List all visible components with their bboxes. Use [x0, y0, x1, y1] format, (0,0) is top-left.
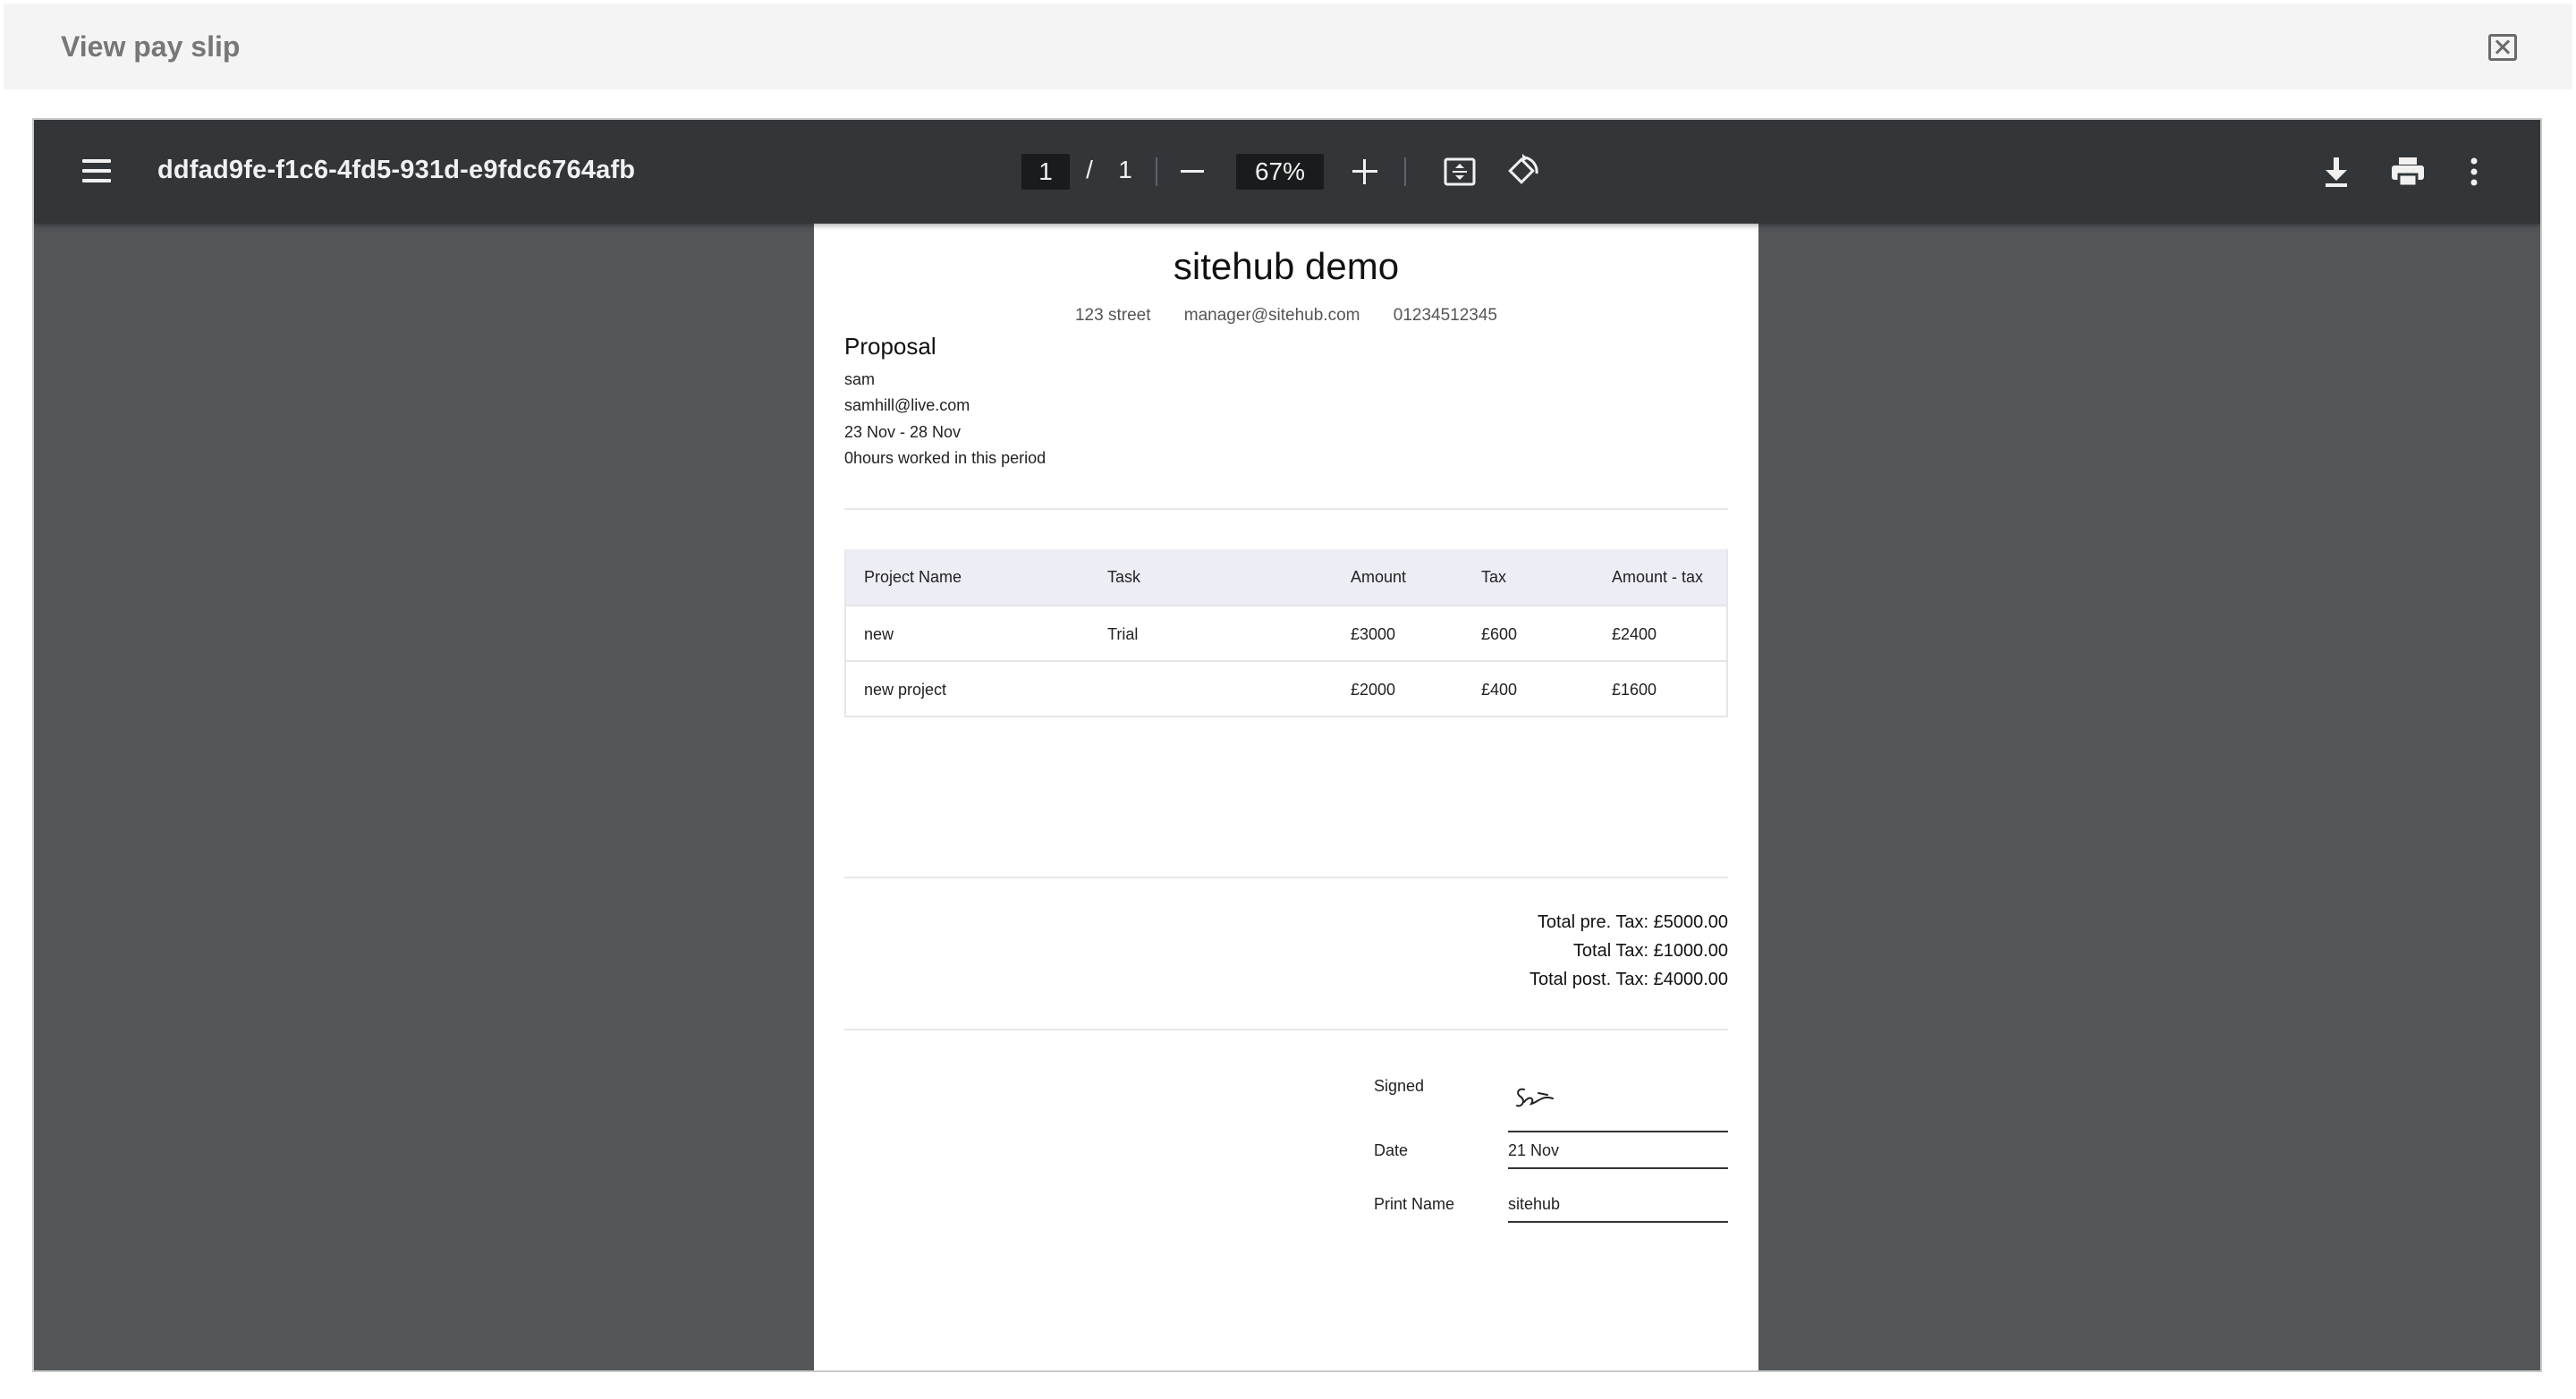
pdf-viewer: ddfad9fe-f1c6-4fd5-931d-e9fdc6764afb 1 /…: [32, 118, 2542, 1372]
table-cell: £2000: [1351, 681, 1396, 699]
company-contact: 123 street manager@sitehub.com 012345123…: [814, 306, 1758, 326]
divider: [844, 1029, 1728, 1030]
table-cell: £3000: [1351, 625, 1396, 643]
divider: [844, 877, 1728, 878]
table-cell: £400: [1481, 681, 1518, 699]
column-header: Amount: [1351, 568, 1407, 586]
company-name: sitehub demo: [1173, 245, 1400, 287]
page-total: 1: [1118, 156, 1132, 183]
table-cell: new project: [864, 681, 947, 699]
pdf-toolbar: ddfad9fe-f1c6-4fd5-931d-e9fdc6764afb 1 /…: [34, 120, 2540, 224]
signed-label: Signed: [1374, 1077, 1425, 1095]
company-email: manager@sitehub.com: [1183, 306, 1360, 325]
zoom-level-input[interactable]: 67%: [1236, 154, 1324, 190]
menu-icon[interactable]: [82, 159, 111, 182]
zoom-out-icon[interactable]: [1181, 170, 1204, 173]
pay-period: 23 Nov - 28 Nov: [844, 423, 962, 441]
table-row: new project £2000 £400 £1600: [846, 660, 1726, 716]
fit-to-page-icon[interactable]: [1444, 157, 1476, 186]
pdf-page: sitehub demo 123 street manager@sitehub.…: [814, 224, 1758, 1370]
zoom-in-icon[interactable]: [1352, 159, 1377, 184]
table-cell: £600: [1481, 625, 1518, 643]
column-header: Amount - tax: [1612, 568, 1704, 586]
toolbar-divider: [1404, 157, 1406, 186]
hours-worked: 0hours worked in this period: [844, 449, 1046, 467]
table-cell: Trial: [1107, 625, 1139, 643]
document-title: ddfad9fe-f1c6-4fd5-931d-e9fdc6764afb: [157, 156, 636, 184]
more-options-icon[interactable]: [2469, 156, 2479, 188]
total-pre-tax: Total pre. Tax: £5000.00: [1537, 912, 1728, 932]
modal-title: View pay slip: [61, 30, 241, 63]
download-icon[interactable]: [2322, 156, 2351, 188]
signature-image: [1516, 1088, 1554, 1107]
rotate-icon[interactable]: [1504, 154, 1540, 190]
column-header: Tax: [1481, 568, 1507, 586]
table-cell: new: [864, 625, 894, 643]
column-header: Project Name: [864, 568, 962, 586]
employee-name: sam: [844, 370, 876, 388]
signature-field: [1508, 1072, 1728, 1132]
page-number-input[interactable]: 1: [1021, 154, 1070, 190]
print-name-label: Print Name: [1374, 1195, 1455, 1213]
date-label: Date: [1374, 1141, 1409, 1159]
modal-header: View pay slip: [4, 4, 2572, 89]
table-row: new Trial £3000 £600 £2400: [846, 605, 1726, 660]
divider: [844, 508, 1728, 510]
total-post-tax: Total post. Tax: £4000.00: [1529, 970, 1728, 989]
company-phone: 01234512345: [1393, 306, 1498, 325]
column-header: Task: [1107, 568, 1141, 586]
total-tax: Total Tax: £1000.00: [1572, 941, 1728, 961]
date-field: 21 Nov: [1508, 1141, 1728, 1169]
toolbar-divider: [1156, 157, 1157, 186]
print-icon[interactable]: [2390, 156, 2426, 188]
close-icon[interactable]: [2488, 34, 2517, 61]
table-cell: £1600: [1612, 681, 1657, 699]
document-type: Proposal: [844, 333, 936, 360]
table-cell: £2400: [1612, 625, 1657, 643]
print-name-field: sitehub: [1508, 1195, 1728, 1223]
employee-email: samhill@live.com: [844, 396, 970, 414]
company-address: 123 street: [1074, 306, 1151, 325]
table-header: Project Name Task Amount Tax Amount - ta…: [846, 549, 1726, 605]
payslip-table: Project Name Task Amount Tax Amount - ta…: [844, 549, 1728, 717]
